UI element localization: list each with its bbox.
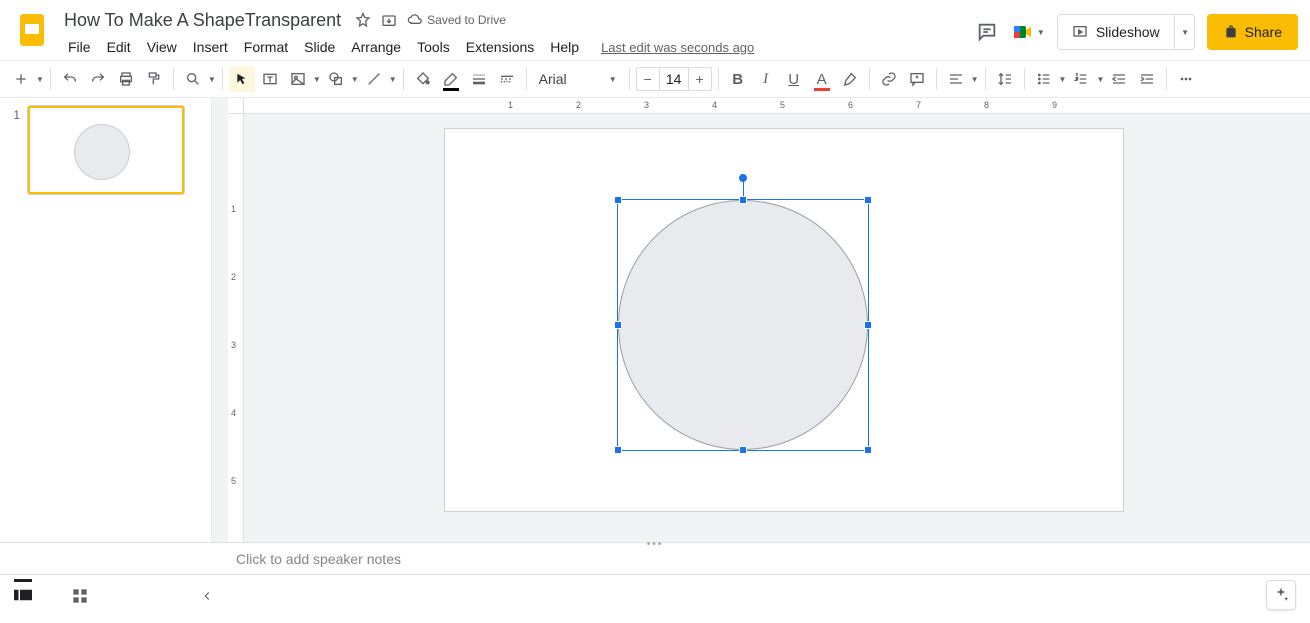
textbox-button[interactable] — [257, 66, 283, 92]
ruler-corner — [228, 98, 244, 114]
shape-button[interactable]: ▼ — [323, 66, 359, 92]
line-button[interactable]: ▼ — [361, 66, 397, 92]
cloud-status[interactable]: Saved to Drive — [407, 12, 506, 28]
paint-format-button[interactable] — [141, 66, 167, 92]
slide-thumbnail[interactable] — [28, 106, 184, 194]
ruler-vertical: 1 2 3 4 5 — [228, 114, 244, 542]
collapse-filmstrip-button[interactable] — [200, 589, 214, 603]
bottom-bar — [0, 574, 1310, 616]
new-slide-button[interactable]: ▼ — [8, 66, 44, 92]
border-color-button[interactable] — [438, 66, 464, 92]
numbered-list-button[interactable]: ▼ — [1068, 66, 1104, 92]
resize-handle-e[interactable] — [864, 321, 872, 329]
select-tool[interactable] — [229, 66, 255, 92]
resize-handle-ne[interactable] — [864, 196, 872, 204]
notes-placeholder: Click to add speaker notes — [236, 551, 401, 567]
font-size-decrease[interactable]: − — [637, 71, 659, 87]
canvas-area[interactable]: 1 2 3 4 5 6 7 8 9 1 2 3 4 5 — [212, 98, 1310, 542]
resize-handle-sw[interactable] — [614, 446, 622, 454]
resize-handle-s[interactable] — [739, 446, 747, 454]
filmstrip-view-button[interactable] — [14, 579, 32, 602]
border-dash-button[interactable] — [494, 66, 520, 92]
font-size-group: − 14 + — [636, 67, 712, 91]
slides-logo[interactable] — [12, 10, 52, 50]
slideshow-dropdown[interactable]: ▼ — [1174, 15, 1194, 49]
workspace: 1 1 2 3 4 5 6 7 8 9 1 2 3 4 5 — [0, 98, 1310, 542]
notes-resize-handle[interactable]: ••• — [647, 539, 664, 550]
indent-increase-button[interactable] — [1134, 66, 1160, 92]
bold-button[interactable]: B — [725, 66, 751, 92]
line-spacing-button[interactable] — [992, 66, 1018, 92]
slideshow-button-group: Slideshow ▼ — [1057, 14, 1195, 50]
border-weight-button[interactable] — [466, 66, 492, 92]
slideshow-label: Slideshow — [1096, 24, 1160, 40]
comments-icon[interactable] — [975, 20, 999, 44]
text-color-button[interactable]: A — [809, 66, 835, 92]
menu-file[interactable]: File — [60, 35, 99, 59]
thumb-shape-circle — [74, 124, 130, 180]
menu-tools[interactable]: Tools — [409, 35, 458, 59]
link-button[interactable] — [876, 66, 902, 92]
resize-handle-w[interactable] — [614, 321, 622, 329]
bullet-list-button[interactable]: ▼ — [1031, 66, 1067, 92]
header-right: ▼ Slideshow ▼ Share — [975, 8, 1298, 50]
underline-button[interactable]: U — [781, 66, 807, 92]
shape-selection[interactable] — [617, 199, 869, 451]
menu-view[interactable]: View — [139, 35, 185, 59]
font-size-increase[interactable]: + — [689, 71, 711, 87]
move-icon[interactable] — [381, 12, 397, 28]
resize-handle-nw[interactable] — [614, 196, 622, 204]
last-edit-link[interactable]: Last edit was seconds ago — [601, 40, 754, 55]
undo-button[interactable] — [57, 66, 83, 92]
align-button[interactable]: ▼ — [943, 66, 979, 92]
oval-shape[interactable] — [618, 200, 868, 450]
speaker-notes[interactable]: ••• Click to add speaker notes — [0, 542, 1310, 574]
comment-button[interactable] — [904, 66, 930, 92]
resize-handle-n[interactable] — [739, 196, 747, 204]
grid-view-button[interactable] — [72, 588, 88, 604]
filmstrip[interactable]: 1 — [0, 98, 212, 542]
slideshow-button[interactable]: Slideshow — [1058, 15, 1174, 49]
font-size-input[interactable]: 14 — [659, 68, 689, 90]
redo-button[interactable] — [85, 66, 111, 92]
toolbar: ▼ ▼ ▼ ▼ ▼ Arial▼ − 14 + B I U A ▼ ▼ ▼ — [0, 60, 1310, 98]
header: How To Make A ShapeTransparent Saved to … — [0, 0, 1310, 60]
ruler-horizontal: 1 2 3 4 5 6 7 8 9 — [244, 98, 1310, 114]
italic-button[interactable]: I — [753, 66, 779, 92]
document-title[interactable]: How To Make A ShapeTransparent — [60, 8, 345, 33]
menu-edit[interactable]: Edit — [99, 35, 139, 59]
share-button[interactable]: Share — [1207, 14, 1298, 50]
resize-handle-se[interactable] — [864, 446, 872, 454]
indent-decrease-button[interactable] — [1106, 66, 1132, 92]
image-button[interactable]: ▼ — [285, 66, 321, 92]
title-area: How To Make A ShapeTransparent Saved to … — [60, 8, 975, 60]
rotation-handle[interactable] — [739, 174, 747, 182]
more-button[interactable] — [1173, 66, 1199, 92]
menu-slide[interactable]: Slide — [296, 35, 343, 59]
star-icon[interactable] — [355, 12, 371, 28]
font-select[interactable]: Arial▼ — [533, 71, 623, 87]
saved-label: Saved to Drive — [427, 13, 506, 27]
slide-canvas[interactable] — [444, 128, 1124, 512]
explore-button[interactable] — [1266, 580, 1296, 610]
slide-number: 1 — [8, 106, 20, 194]
menu-format[interactable]: Format — [236, 35, 296, 59]
zoom-button[interactable]: ▼ — [180, 66, 216, 92]
menu-arrange[interactable]: Arrange — [343, 35, 409, 59]
highlight-button[interactable] — [837, 66, 863, 92]
slide-thumb-1[interactable]: 1 — [8, 106, 203, 194]
menu-help[interactable]: Help — [542, 35, 587, 59]
menu-extensions[interactable]: Extensions — [458, 35, 542, 59]
meet-button[interactable]: ▼ — [1011, 20, 1045, 44]
share-label: Share — [1245, 24, 1282, 40]
print-button[interactable] — [113, 66, 139, 92]
menu-bar: File Edit View Insert Format Slide Arran… — [60, 34, 975, 60]
fill-color-button[interactable] — [410, 66, 436, 92]
menu-insert[interactable]: Insert — [185, 35, 236, 59]
